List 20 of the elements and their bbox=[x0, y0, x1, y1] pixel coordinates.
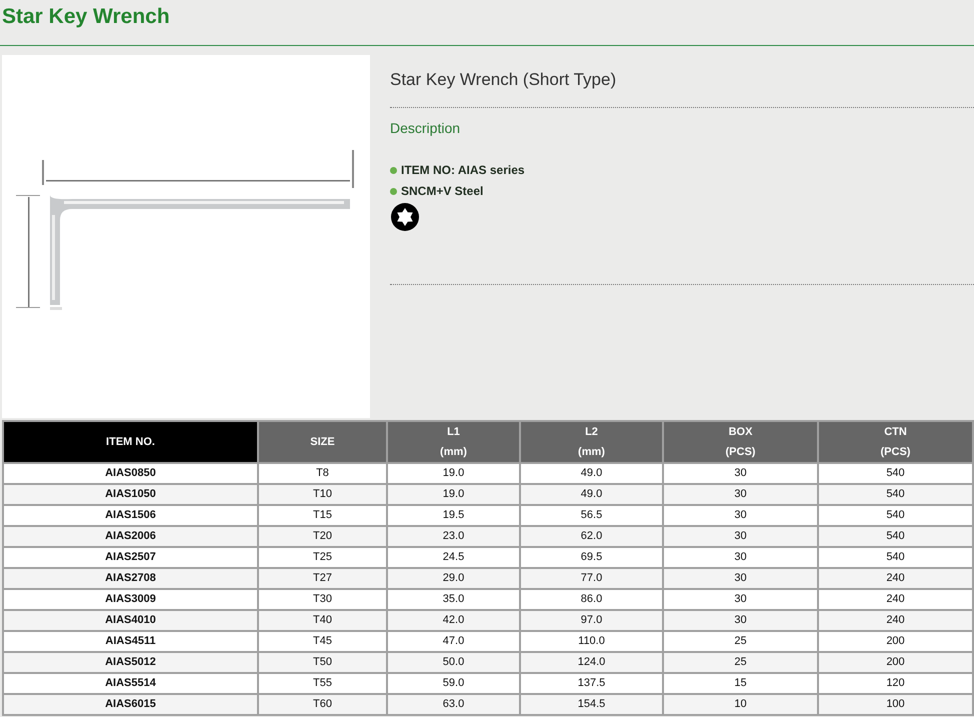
column-header: BOX (PCS) bbox=[663, 421, 818, 463]
star-drive-icon bbox=[390, 202, 420, 232]
column-header: CTN (PCS) bbox=[818, 421, 973, 463]
feature-text: ITEM NO: AIAS series bbox=[401, 162, 525, 179]
product-title: Star Key Wrench (Short Type) bbox=[390, 69, 618, 91]
feature-text: SNCM+V Steel bbox=[401, 183, 484, 200]
table-cell: AIAS6015 bbox=[3, 694, 258, 715]
bullet-icon bbox=[390, 188, 397, 194]
table-cell: 100 bbox=[818, 694, 973, 715]
section-label: Description bbox=[390, 119, 462, 138]
table-cell: 10 bbox=[663, 694, 818, 715]
bullet-icon bbox=[390, 166, 397, 174]
table-cell: T60 bbox=[258, 694, 387, 715]
column-header: SIZE bbox=[258, 421, 387, 463]
column-header: ITEM NO. bbox=[3, 421, 258, 463]
column-header: L1 (mm) bbox=[387, 421, 520, 463]
table-cell: 154.5 bbox=[520, 694, 663, 715]
table-cell: 63.0 bbox=[387, 694, 520, 715]
column-header: L2 (mm) bbox=[520, 421, 663, 463]
page-title: Star Key Wrench bbox=[2, 6, 170, 27]
